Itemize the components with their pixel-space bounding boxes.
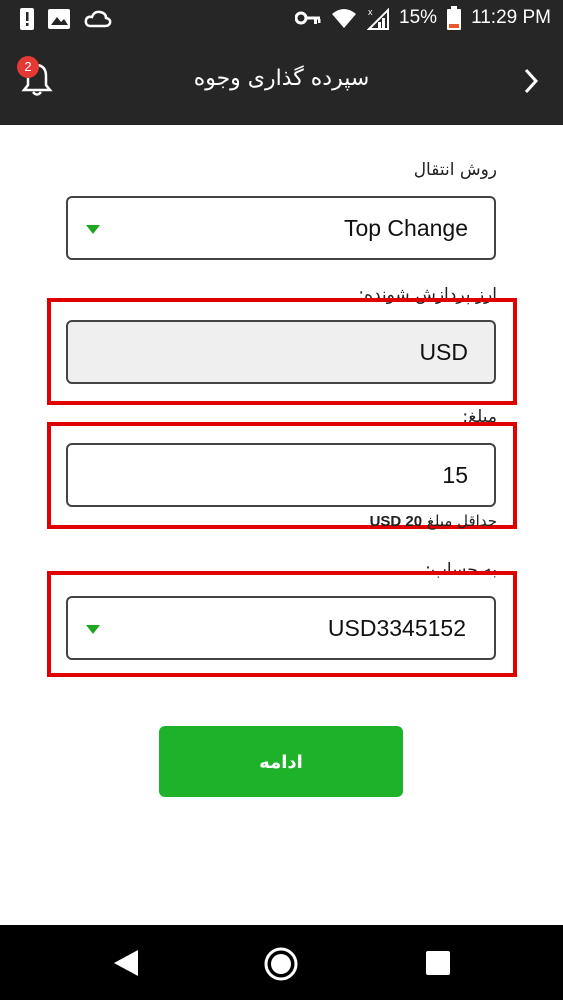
page-title: سپرده گذاری وجوه: [193, 66, 370, 91]
minimum-amount-prefix: حداقل مبلغ: [426, 512, 497, 530]
key-icon: [295, 11, 321, 25]
clock: 11:29 PM: [471, 7, 551, 28]
minimum-amount-value: USD 20: [369, 513, 423, 530]
nav-back-icon[interactable]: [112, 949, 140, 977]
dropdown-arrow-icon: [86, 225, 100, 234]
highlight-box-currency: [47, 298, 517, 405]
back-button[interactable]: [521, 66, 541, 96]
transfer-method-value: Top Change: [343, 215, 468, 241]
svg-text:x: x: [368, 7, 373, 17]
highlight-box-account: [47, 571, 517, 677]
transfer-method-select[interactable]: Top Change: [66, 196, 496, 260]
continue-button[interactable]: ادامه: [159, 726, 403, 797]
minimum-amount-note: حداقل مبلغ USD 20: [370, 512, 497, 530]
navigation-bar: [0, 925, 563, 1000]
signal-icon: x: [367, 7, 390, 30]
transfer-method-label: روش انتقال: [413, 160, 497, 180]
battery-percent: 15%: [399, 7, 438, 28]
chevron-right-icon: [524, 68, 539, 94]
warning-icon: [20, 8, 34, 30]
wifi-icon: [332, 9, 357, 28]
nav-home-icon[interactable]: [263, 946, 299, 982]
battery-icon: [447, 6, 462, 30]
image-icon: [48, 9, 70, 29]
status-bar: x 15% 11:29 PM: [0, 0, 563, 38]
nav-recents-icon[interactable]: [426, 951, 450, 975]
app-bar: 2 سپرده گذاری وجوه: [0, 38, 563, 125]
cloud-icon: [84, 10, 112, 28]
